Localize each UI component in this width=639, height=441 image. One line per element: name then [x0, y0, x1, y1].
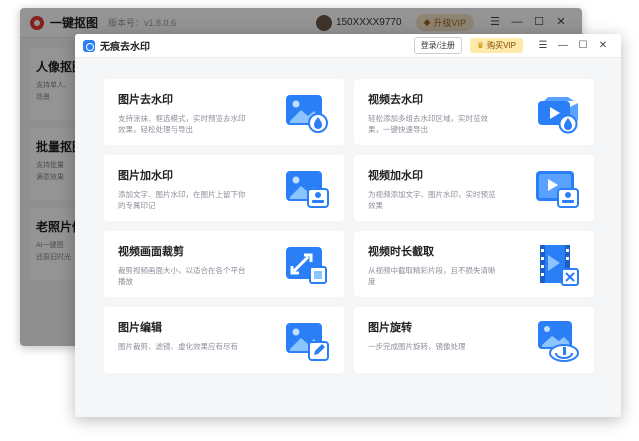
tool-card-desc: 裁剪视频画面大小，以适合在各个平台播放	[118, 266, 246, 287]
watermark-app-logo-icon	[83, 39, 95, 52]
image-add-watermark-icon	[286, 171, 329, 208]
image-rotate-icon	[538, 321, 579, 362]
tool-card-video-remove-watermark[interactable]: 视频去水印 轻松添加多组去水印区域，实时览效果，一键快速导出	[354, 79, 594, 145]
maximize-icon[interactable]: ☐	[573, 40, 593, 51]
watermark-app-window: 无痕去水印 登录/注册 ♛ 购买VIP ☰ — ☐ ✕ 图片去水印 支持涂抹、框选…	[75, 34, 621, 417]
video-remove-watermark-icon	[538, 97, 578, 134]
window-title: 无痕去水印	[100, 42, 150, 53]
tool-card-desc: 从视频中截取精彩片段，且不损失清晰度	[368, 266, 496, 287]
buy-vip-button[interactable]: ♛ 购买VIP	[469, 38, 523, 53]
tool-card-image-add-watermark[interactable]: 图片加水印 添加文字、图片水印，在图片上留下你的专属印记	[104, 155, 344, 221]
video-add-watermark-icon	[536, 171, 579, 208]
menu-icon[interactable]: ☰	[533, 40, 553, 51]
crown-icon: ♛	[476, 41, 485, 50]
tool-grid: 图片去水印 支持涂抹、框选模式，实时预览去水印效果，轻松处理与导出 视频去水印 …	[104, 79, 594, 373]
tool-card-desc: 一步完成图片旋转，镜像处理	[368, 342, 466, 351]
tool-card-image-edit[interactable]: 图片编辑 图片裁剪、滤镜、虚化效果应有尽有	[104, 307, 344, 373]
video-trim-icon	[540, 245, 579, 286]
video-crop-icon	[286, 247, 327, 284]
image-remove-watermark-icon	[286, 95, 328, 133]
titlebar: 无痕去水印 登录/注册 ♛ 购买VIP ☰ — ☐ ✕	[75, 34, 621, 58]
tool-card-desc: 轻松添加多组去水印区域，实时览效果，一键快速导出	[368, 114, 488, 135]
image-edit-icon	[286, 323, 329, 361]
screenshot-stage: 一键抠图 版本号：v1.8.0.6 150XXXX9770 ◆ 升级VIP ☰ —…	[0, 0, 639, 441]
tool-card-video-trim[interactable]: 视频时长截取 从视频中截取精彩片段，且不损失清晰度	[354, 231, 594, 297]
tool-card-video-add-watermark[interactable]: 视频加水印 为视频添加文字、图片水印，实时预览效果	[354, 155, 594, 221]
tool-card-image-remove-watermark[interactable]: 图片去水印 支持涂抹、框选模式，实时预览去水印效果，轻松处理与导出	[104, 79, 344, 145]
login-register-button[interactable]: 登录/注册	[413, 37, 462, 54]
tool-card-image-rotate[interactable]: 图片旋转 一步完成图片旋转，镜像处理	[354, 307, 594, 373]
tool-card-desc: 添加文字、图片水印，在图片上留下你的专属印记	[118, 190, 246, 211]
tool-card-video-crop[interactable]: 视频画面裁剪 裁剪视频画面大小，以适合在各个平台播放	[104, 231, 344, 297]
close-icon[interactable]: ✕	[593, 40, 613, 51]
minimize-icon[interactable]: —	[553, 40, 573, 51]
tool-card-desc: 为视频添加文字、图片水印，实时预览效果	[368, 190, 496, 211]
tool-card-desc: 图片裁剪、滤镜、虚化效果应有尽有	[118, 342, 238, 351]
tool-card-desc: 支持涂抹、框选模式，实时预览去水印效果，轻松处理与导出	[118, 114, 246, 135]
